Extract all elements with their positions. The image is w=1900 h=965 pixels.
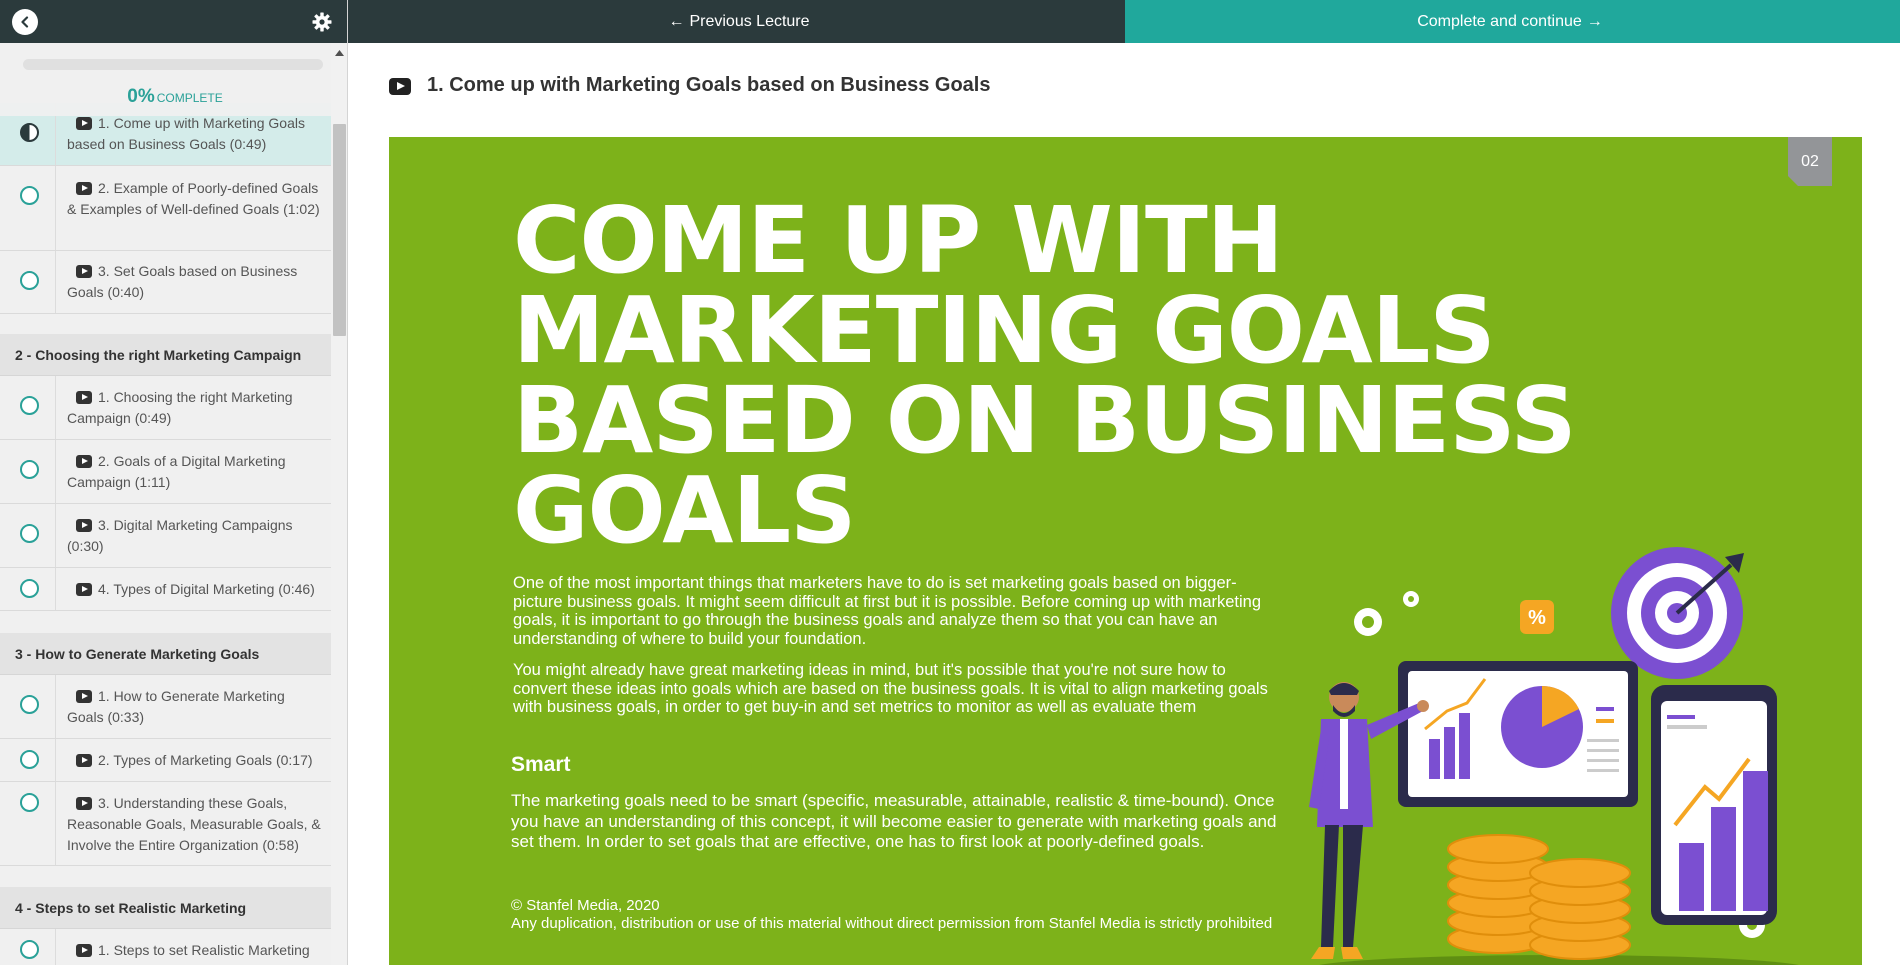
lecture-status-icon bbox=[20, 524, 39, 543]
lecture-label: 3. Understanding these Goals, Reasonable… bbox=[67, 795, 321, 853]
lecture-label: 2. Example of Poorly-defined Goals & Exa… bbox=[67, 180, 320, 217]
slide-subheading: Smart bbox=[511, 753, 571, 776]
lecture-status-icon bbox=[20, 695, 39, 714]
section-header: 3 - How to Generate Marketing Goals bbox=[0, 633, 331, 675]
lecture-label: 1. Steps to set Realistic Marketing bbox=[67, 940, 325, 961]
previous-lecture-button[interactable]: ← Previous Lecture bbox=[348, 0, 1125, 43]
coins-icon bbox=[1447, 834, 1631, 960]
video-icon bbox=[76, 583, 92, 596]
percent-badge: % bbox=[1528, 607, 1546, 629]
lecture-item-2-3[interactable]: 3. Digital Marketing Campaigns (0:30) bbox=[0, 504, 331, 568]
lecture-label: 2. Goals of a Digital Marketing Campaign… bbox=[67, 453, 286, 490]
marketing-goals-illustration: % bbox=[1309, 547, 1799, 965]
lecture-item-4-1[interactable]: 1. Steps to set Realistic Marketing bbox=[0, 929, 331, 965]
lecture-item-3-1[interactable]: 1. How to Generate Marketing Goals (0:33… bbox=[0, 675, 331, 739]
phone-chart-icon bbox=[1651, 685, 1777, 925]
gear-icon bbox=[1354, 608, 1382, 636]
gear-icon bbox=[1403, 591, 1419, 607]
slide-paragraph-1: One of the most important things that ma… bbox=[513, 574, 1262, 648]
monitor-chart-icon bbox=[1398, 661, 1638, 807]
video-icon bbox=[76, 117, 92, 130]
lecture-status-icon bbox=[20, 186, 39, 205]
scroll-up-arrow-icon[interactable] bbox=[331, 46, 347, 60]
lecture-status-icon bbox=[20, 271, 39, 290]
section-header: 2 - Choosing the right Marketing Campaig… bbox=[0, 334, 331, 376]
back-button[interactable] bbox=[12, 9, 38, 35]
lecture-item-2-2[interactable]: 2. Goals of a Digital Marketing Campaign… bbox=[0, 440, 331, 504]
lecture-item-1-3[interactable]: 3. Set Goals based on Business Goals (0:… bbox=[0, 251, 331, 314]
slide-paragraph-2: You might already have great marketing i… bbox=[513, 661, 1268, 716]
video-icon bbox=[76, 754, 92, 767]
lecture-status-icon bbox=[20, 940, 39, 959]
lecture-item-3-2[interactable]: 2. Types of Marketing Goals (0:17) bbox=[0, 739, 331, 782]
video-icon bbox=[76, 182, 92, 195]
lecture-title: 1. Come up with Marketing Goals based on… bbox=[427, 74, 991, 96]
complete-and-continue-button[interactable]: Complete and continue → bbox=[1125, 0, 1900, 43]
slide-paragraph-3: The marketing goals need to be smart (sp… bbox=[511, 791, 1277, 851]
lecture-label: 4. Types of Digital Marketing (0:46) bbox=[67, 579, 325, 600]
section-header: 4 - Steps to set Realistic Marketing bbox=[0, 887, 331, 929]
arrow-right-icon: → bbox=[1586, 12, 1603, 30]
lecture-status-icon bbox=[20, 123, 39, 142]
lecture-status-icon bbox=[20, 750, 39, 769]
lecture-status-icon bbox=[20, 579, 39, 598]
slide-heading: COME UP WITH MARKETING GOALS BASED ON BU… bbox=[513, 187, 1577, 564]
lecture-label: 2. Types of Marketing Goals (0:17) bbox=[67, 750, 325, 771]
target-icon bbox=[1611, 547, 1744, 679]
video-icon bbox=[76, 265, 92, 278]
sidebar-header bbox=[0, 0, 347, 43]
video-icon bbox=[76, 690, 92, 703]
video-icon bbox=[76, 391, 92, 404]
lecture-slide-image: 02 COME UP WITH MARKETING GOALS BASED ON… bbox=[389, 137, 1862, 965]
lecture-item-2-1[interactable]: 1. Choosing the right Marketing Campaign… bbox=[0, 376, 331, 440]
chevron-left-icon bbox=[21, 16, 29, 28]
lecture-label: 1. How to Generate Marketing Goals (0:33… bbox=[67, 688, 285, 725]
course-progress: 0% COMPLETE bbox=[0, 43, 331, 116]
video-icon bbox=[76, 519, 92, 532]
lecture-item-3-3[interactable]: 3. Understanding these Goals, Reasonable… bbox=[0, 782, 331, 866]
curriculum-list[interactable]: 1. Come up with Marketing Goals based on… bbox=[0, 43, 347, 965]
lecture-label: 3. Digital Marketing Campaigns (0:30) bbox=[67, 517, 293, 554]
settings-button[interactable] bbox=[310, 10, 334, 34]
scrollbar-thumb[interactable] bbox=[333, 124, 346, 336]
lecture-status-icon bbox=[20, 793, 39, 812]
lecture-label: 3. Set Goals based on Business Goals (0:… bbox=[67, 263, 298, 300]
lecture-label: 1. Choosing the right Marketing Campaign… bbox=[67, 389, 293, 426]
lecture-item-2-4[interactable]: 4. Types of Digital Marketing (0:46) bbox=[0, 568, 331, 611]
disclaimer-text: Any duplication, distribution or use of … bbox=[511, 915, 1273, 932]
slide-number: 02 bbox=[1788, 137, 1832, 186]
arrow-left-icon: ← bbox=[668, 12, 685, 30]
course-sidebar: 1. Come up with Marketing Goals based on… bbox=[0, 0, 348, 965]
lecture-item-1-2[interactable]: 2. Example of Poorly-defined Goals & Exa… bbox=[0, 166, 331, 251]
video-icon bbox=[76, 944, 92, 957]
video-icon bbox=[389, 78, 411, 95]
video-icon bbox=[76, 797, 92, 810]
progress-bar bbox=[23, 59, 323, 70]
lecture-status-icon bbox=[20, 460, 39, 479]
slide-footer: © Stanfel Media, 2020 Any duplication, d… bbox=[511, 897, 1411, 933]
progress-text: 0% COMPLETE bbox=[127, 86, 223, 107]
video-icon bbox=[76, 455, 92, 468]
gear-icon bbox=[312, 12, 332, 32]
lecture-status-icon bbox=[20, 396, 39, 415]
copyright-text: © Stanfel Media, 2020 bbox=[511, 897, 660, 914]
lecture-label: 1. Come up with Marketing Goals based on… bbox=[67, 115, 305, 152]
